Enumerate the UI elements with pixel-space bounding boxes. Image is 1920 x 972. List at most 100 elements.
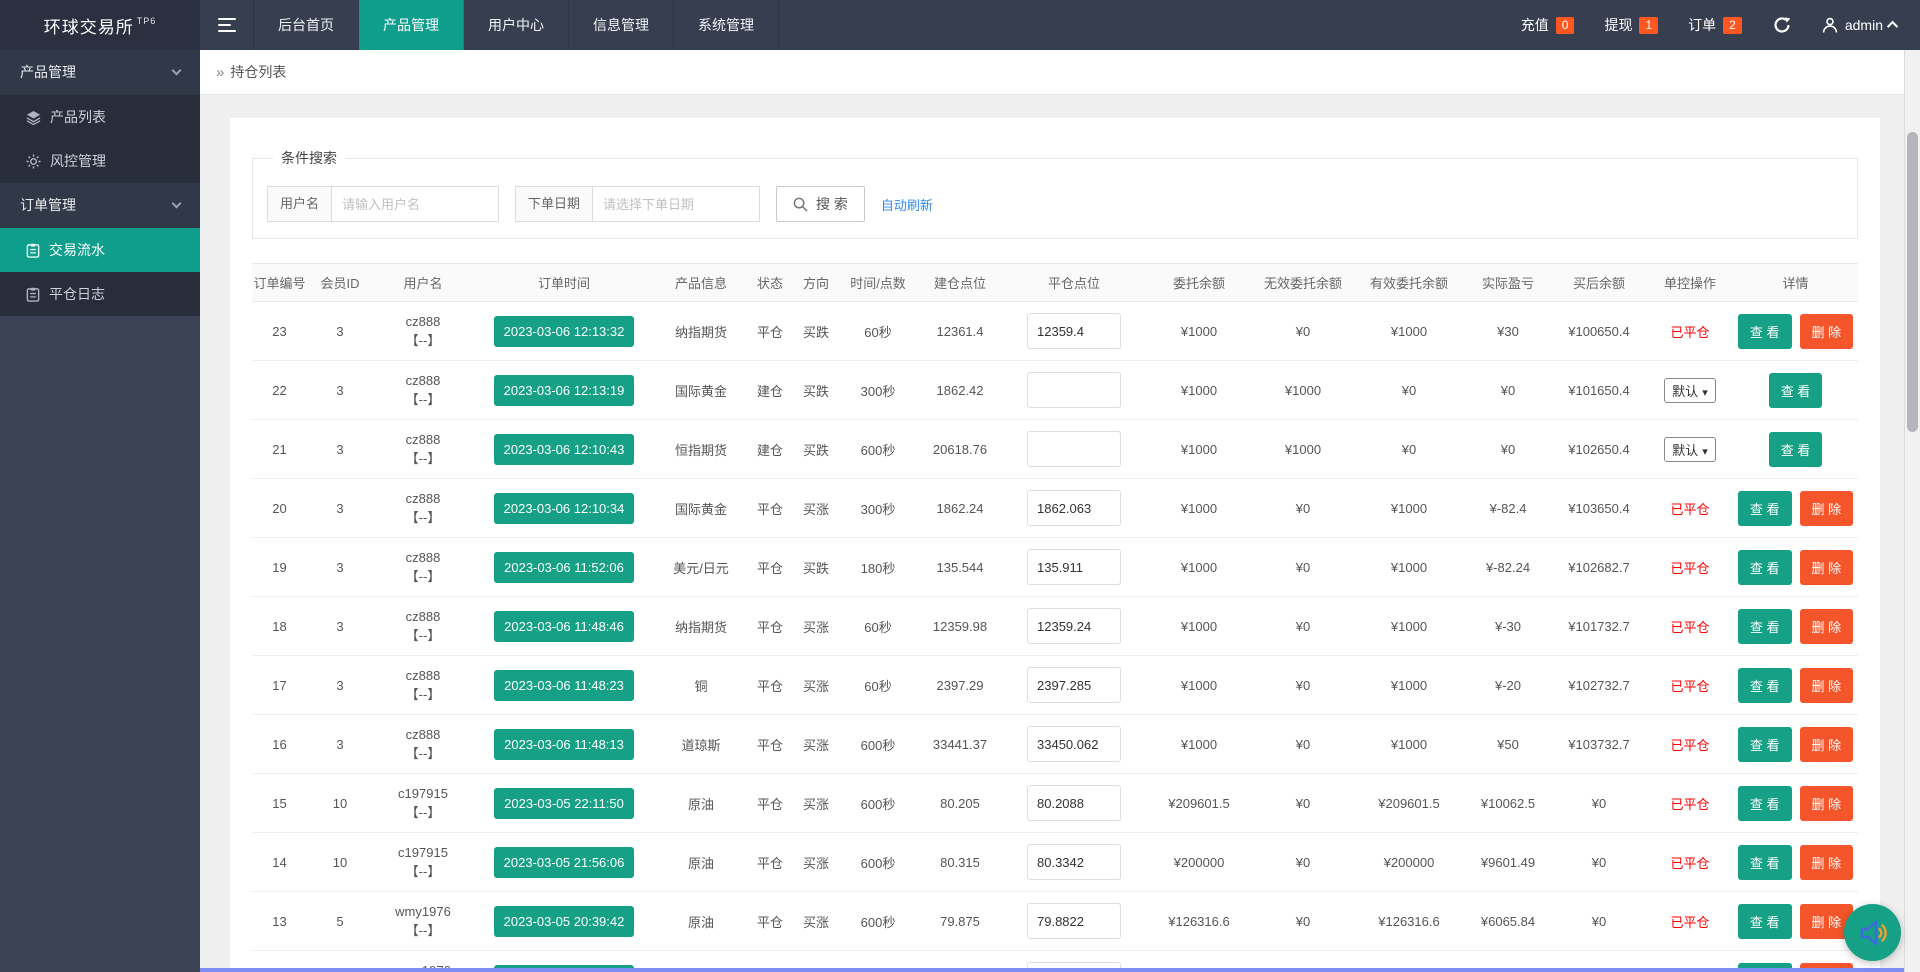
delete-button[interactable]: 删 除	[1799, 490, 1854, 526]
sidebar-item-risk-control[interactable]: 风控管理	[0, 139, 200, 183]
close-price-input[interactable]	[1027, 490, 1121, 526]
admin-name: admin	[1844, 17, 1883, 33]
search-button[interactable]: 搜 索	[776, 186, 865, 222]
speaker-icon	[1860, 920, 1887, 945]
detail-cell: 查 看删 除	[1733, 596, 1858, 656]
cell-invalid-entrust: ¥0	[1253, 714, 1353, 774]
username-sub-text: 【--】	[405, 805, 441, 820]
cell-order-id: 15	[252, 773, 307, 833]
close-price-input[interactable]	[1027, 785, 1121, 821]
hamburger-icon[interactable]	[200, 0, 254, 50]
order-time-button[interactable]: 2023-03-06 12:13:19	[493, 374, 635, 406]
view-button[interactable]: 查 看	[1737, 726, 1792, 762]
order-date-input[interactable]	[592, 186, 761, 222]
username-text: cz888	[405, 431, 441, 447]
page-title: 持仓列表	[230, 64, 287, 80]
table-row: 18 3 cz888 【--】 2023-03-06 11:48:46 纳指期货…	[252, 596, 1858, 656]
auto-refresh-link[interactable]: 自动刷新	[881, 195, 933, 214]
cell-invalid-entrust: ¥0	[1253, 832, 1353, 892]
sidebar-item-close-log[interactable]: 平仓日志	[0, 272, 200, 316]
control-select-dropdown[interactable]: 默认 ▾	[1664, 436, 1716, 462]
delete-button[interactable]: 删 除	[1799, 608, 1854, 644]
close-price-input[interactable]	[1027, 608, 1121, 644]
withdraw-link[interactable]: 提现 1	[1604, 15, 1659, 35]
nav-tab-home[interactable]: 后台首页	[254, 0, 359, 50]
cell-open-price: 135.544	[917, 537, 1003, 597]
cell-direction: 买涨	[793, 596, 839, 656]
cell-profit: ¥-20	[1465, 655, 1551, 715]
nav-tab-products[interactable]: 产品管理	[359, 0, 464, 50]
order-date-label: 下单日期	[515, 186, 593, 222]
view-button[interactable]: 查 看	[1768, 431, 1823, 467]
delete-button[interactable]: 删 除	[1799, 667, 1854, 703]
delete-button[interactable]: 删 除	[1799, 785, 1854, 821]
close-price-input[interactable]	[1027, 903, 1121, 939]
scrollbar-thumb[interactable]	[1907, 132, 1918, 432]
nav-tab-system[interactable]: 系统管理	[674, 0, 779, 50]
cell-product: 原油	[655, 891, 747, 951]
table-row: 23 3 cz888 【--】 2023-03-06 12:13:32 纳指期货…	[252, 301, 1858, 361]
table-row: 15 10 c197915 【--】 2023-03-05 22:11:50 原…	[252, 773, 1858, 833]
view-button[interactable]: 查 看	[1737, 667, 1792, 703]
top-navbar: 环球交易所 TP6 后台首页 产品管理 用户中心 信息管理 系统管理 充值 0 …	[0, 0, 1920, 50]
delete-button[interactable]: 删 除	[1799, 549, 1854, 585]
username-text: c197915	[398, 844, 448, 860]
sidebar-item-trade-flow[interactable]: 交易流水	[0, 228, 200, 272]
vertical-scrollbar[interactable]	[1904, 50, 1920, 972]
order-time-button[interactable]: 2023-03-06 11:48:46	[494, 610, 634, 642]
order-time-button[interactable]: 2023-03-06 11:48:13	[494, 728, 634, 760]
logo-text: 环球交易所	[43, 17, 134, 37]
order-time-button[interactable]: 2023-03-06 12:10:43	[493, 433, 635, 465]
view-button[interactable]: 查 看	[1737, 785, 1792, 821]
delete-button[interactable]: 删 除	[1799, 726, 1854, 762]
close-price-input[interactable]	[1027, 667, 1121, 703]
delete-button[interactable]: 删 除	[1799, 844, 1854, 880]
close-price-input[interactable]	[1027, 844, 1121, 880]
view-button[interactable]: 查 看	[1737, 844, 1792, 880]
view-button[interactable]: 查 看	[1737, 490, 1792, 526]
close-price-input[interactable]	[1027, 313, 1121, 349]
sidebar-item-label: 风控管理	[50, 153, 106, 169]
cell-status: 平仓	[747, 478, 793, 538]
nav-tab-info[interactable]: 信息管理	[569, 0, 674, 50]
sidebar-group-products[interactable]: 产品管理	[0, 50, 200, 95]
cell-order-id: 19	[252, 537, 307, 597]
view-button[interactable]: 查 看	[1737, 549, 1792, 585]
horizontal-scrollbar[interactable]	[200, 968, 1904, 972]
nav-tab-users[interactable]: 用户中心	[464, 0, 569, 50]
delete-button[interactable]: 删 除	[1799, 313, 1854, 349]
control-cell: 已平仓	[1647, 832, 1733, 892]
sidebar-item-product-list[interactable]: 产品列表	[0, 95, 200, 139]
closed-status-text: 已平仓	[1670, 678, 1710, 694]
voice-broadcast-button[interactable]	[1844, 904, 1901, 961]
close-price-input[interactable]	[1027, 726, 1121, 762]
cell-duration: 600秒	[839, 891, 917, 951]
view-button[interactable]: 查 看	[1737, 313, 1792, 349]
cell-member-id: 5	[307, 891, 373, 951]
order-time-button[interactable]: 2023-03-06 12:13:32	[493, 315, 635, 347]
cell-profit: ¥9601.49	[1465, 832, 1551, 892]
admin-menu[interactable]: admin	[1822, 17, 1899, 34]
cell-open-price: 80.315	[917, 832, 1003, 892]
username-input[interactable]	[331, 186, 500, 222]
cell-after-balance: ¥0	[1551, 891, 1647, 951]
cell-duration: 60秒	[839, 596, 917, 656]
order-time-button[interactable]: 2023-03-06 11:52:06	[494, 551, 634, 583]
refresh-icon[interactable]	[1772, 15, 1792, 35]
close-price-input[interactable]	[1027, 431, 1121, 467]
cell-username: cz888 【--】	[373, 419, 473, 479]
close-price-input[interactable]	[1027, 549, 1121, 585]
recharge-link[interactable]: 充值 0	[1521, 15, 1575, 35]
order-time-button[interactable]: 2023-03-05 21:56:06	[493, 846, 635, 878]
orders-link[interactable]: 订单 2	[1688, 15, 1742, 35]
order-time-button[interactable]: 2023-03-06 12:10:34	[493, 492, 635, 524]
order-time-button[interactable]: 2023-03-05 20:39:42	[493, 905, 635, 937]
close-price-input[interactable]	[1027, 372, 1121, 408]
control-select-dropdown[interactable]: 默认 ▾	[1664, 377, 1716, 403]
view-button[interactable]: 查 看	[1768, 372, 1823, 408]
view-button[interactable]: 查 看	[1737, 903, 1792, 939]
order-time-button[interactable]: 2023-03-05 22:11:50	[494, 787, 634, 819]
order-time-button[interactable]: 2023-03-06 11:48:23	[494, 669, 634, 701]
sidebar-group-orders[interactable]: 订单管理	[0, 183, 200, 228]
view-button[interactable]: 查 看	[1737, 608, 1792, 644]
